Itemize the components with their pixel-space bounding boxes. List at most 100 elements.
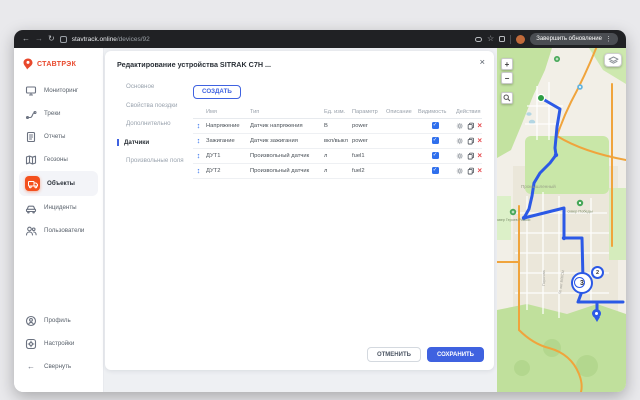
- sidebar-item-profile[interactable]: Профиль: [19, 309, 98, 332]
- kebab-menu-icon[interactable]: ⋮: [605, 36, 612, 43]
- cluster-count: 2: [596, 270, 599, 276]
- site-info-icon[interactable]: [60, 36, 67, 43]
- reload-icon[interactable]: ↻: [48, 35, 55, 43]
- col-unit: Ед. изм.: [322, 109, 350, 115]
- chrome-divider: [510, 35, 511, 44]
- sidebar-item-objects[interactable]: Объекты: [19, 171, 98, 196]
- modal-footer: ОТМЕНИТЬ СОХРАНИТЬ: [367, 347, 484, 362]
- settings-icon[interactable]: [456, 152, 464, 160]
- drag-handle-icon[interactable]: [193, 121, 204, 130]
- visibility-checkbox[interactable]: [432, 137, 439, 144]
- drag-handle-icon[interactable]: [193, 136, 204, 145]
- tab-trip-properties[interactable]: Свойства поездки: [117, 102, 193, 109]
- sensors-pane: СОЗДАТЬ Имя Тип Ед. изм. Параметр Описан…: [193, 80, 482, 179]
- map-search-button[interactable]: [501, 92, 513, 104]
- zoom-out-button[interactable]: −: [501, 72, 513, 84]
- tab-additional[interactable]: Дополнительно: [117, 120, 193, 127]
- sensor-unit: л: [322, 153, 350, 159]
- map-panel[interactable]: Промышленный сквер Победы сквер Героев Р…: [497, 48, 626, 392]
- modal-tabs: Основное Свойства поездки Дополнительно …: [117, 80, 193, 179]
- sensor-param: power: [350, 123, 384, 129]
- sidebar-footer: Профиль Настройки ← Свернуть: [19, 309, 98, 392]
- visibility-cell: [416, 137, 454, 144]
- search-icon: [503, 94, 511, 102]
- delete-icon[interactable]: ×: [477, 122, 482, 130]
- map-cluster-small[interactable]: 2: [591, 266, 604, 279]
- visibility-checkbox[interactable]: [432, 152, 439, 159]
- sidebar-item-label: Свернуть: [44, 363, 71, 370]
- app-content: СТАВТРЭК Мониторинг Треки: [14, 48, 626, 392]
- tab-sensors[interactable]: Датчики: [117, 139, 193, 146]
- finish-update-button[interactable]: Завершить обновление ⋮: [530, 33, 618, 45]
- sidebar-item-label: Мониторинг: [44, 87, 78, 94]
- sidebar-item-label: Инциденты: [44, 204, 77, 211]
- map-cluster-large[interactable]: 3: [571, 272, 593, 294]
- sidebar-item-tracks[interactable]: Треки: [19, 102, 98, 125]
- sidebar-item-settings[interactable]: Настройки: [19, 332, 98, 355]
- drag-handle-icon[interactable]: [193, 166, 204, 175]
- col-type: Тип: [248, 109, 322, 115]
- arrow-left-icon: ←: [25, 361, 37, 373]
- sidebar-item-label: Объекты: [47, 180, 75, 187]
- copy-icon[interactable]: [467, 122, 475, 130]
- route-start-marker[interactable]: [537, 94, 544, 101]
- route-end-pin[interactable]: [592, 309, 602, 322]
- copy-icon[interactable]: [467, 152, 475, 160]
- settings-icon[interactable]: [456, 137, 464, 145]
- col-param: Параметр: [350, 109, 384, 115]
- truck-icon: [25, 176, 40, 191]
- profile-avatar[interactable]: [516, 35, 525, 44]
- settings-icon[interactable]: [456, 122, 464, 130]
- actions-cell: ×: [454, 137, 484, 145]
- table-row: ДУТ2 Произвольный датчик л fuel2 ×: [193, 164, 482, 179]
- visibility-cell: [416, 152, 454, 159]
- main-area: Редактирование устройства SITRAK C7H ...…: [104, 48, 497, 392]
- visibility-checkbox[interactable]: [432, 167, 439, 174]
- passkey-icon[interactable]: [475, 37, 482, 42]
- map-layers-button[interactable]: [604, 53, 622, 67]
- extensions-icon[interactable]: [499, 36, 505, 42]
- sensor-unit: В: [322, 123, 350, 129]
- save-button[interactable]: СОХРАНИТЬ: [427, 347, 484, 362]
- logo-pin-icon: [23, 58, 33, 70]
- back-icon[interactable]: ←: [22, 35, 30, 43]
- sidebar-item-incidents[interactable]: Инциденты: [19, 196, 98, 219]
- sidebar-item-geozones[interactable]: Геозоны: [19, 148, 98, 171]
- visibility-cell: [416, 122, 454, 129]
- copy-icon[interactable]: [467, 137, 475, 145]
- sensor-param: fuel2: [350, 168, 384, 174]
- sidebar-item-label: Профиль: [44, 317, 71, 324]
- tab-custom-fields[interactable]: Произвольные поля: [117, 157, 193, 164]
- sidebar-item-users[interactable]: Пользователи: [19, 219, 98, 242]
- tab-main[interactable]: Основное: [117, 83, 193, 90]
- sidebar-item-reports[interactable]: Отчеты: [19, 125, 98, 148]
- visibility-checkbox[interactable]: [432, 122, 439, 129]
- drag-handle-icon[interactable]: [193, 151, 204, 160]
- layers-icon: [608, 56, 619, 65]
- address-bar[interactable]: stavtrack.online/devices/92: [72, 36, 150, 43]
- zoom-in-button[interactable]: +: [501, 58, 513, 70]
- forward-icon[interactable]: →: [35, 35, 43, 43]
- create-button[interactable]: СОЗДАТЬ: [193, 85, 241, 99]
- logo[interactable]: СТАВТРЭК: [14, 48, 103, 77]
- copy-icon[interactable]: [467, 167, 475, 175]
- document-icon: [25, 131, 37, 143]
- bookmark-star-icon[interactable]: ☆: [487, 35, 494, 43]
- sensor-unit: вкл/выкл: [322, 138, 350, 144]
- col-visibility: Видимость: [416, 109, 454, 115]
- delete-icon[interactable]: ×: [477, 152, 482, 160]
- settings-icon[interactable]: [456, 167, 464, 175]
- sensor-name: ДУТ2: [204, 168, 248, 174]
- cancel-button[interactable]: ОТМЕНИТЬ: [367, 347, 421, 362]
- col-actions: Действия: [454, 109, 484, 115]
- sidebar-item-monitoring[interactable]: Мониторинг: [19, 79, 98, 102]
- table-header-row: Имя Тип Ед. изм. Параметр Описание Видим…: [193, 106, 482, 119]
- close-icon[interactable]: ×: [479, 58, 485, 68]
- sidebar-item-collapse[interactable]: ← Свернуть: [19, 355, 98, 378]
- sidebar-menu: Мониторинг Треки Отчеты: [14, 77, 103, 392]
- delete-icon[interactable]: ×: [477, 167, 482, 175]
- delete-icon[interactable]: ×: [477, 137, 482, 145]
- sensors-table: Имя Тип Ед. изм. Параметр Описание Видим…: [193, 106, 482, 179]
- sidebar-item-label: Геозоны: [44, 156, 68, 163]
- col-name: Имя: [204, 109, 248, 115]
